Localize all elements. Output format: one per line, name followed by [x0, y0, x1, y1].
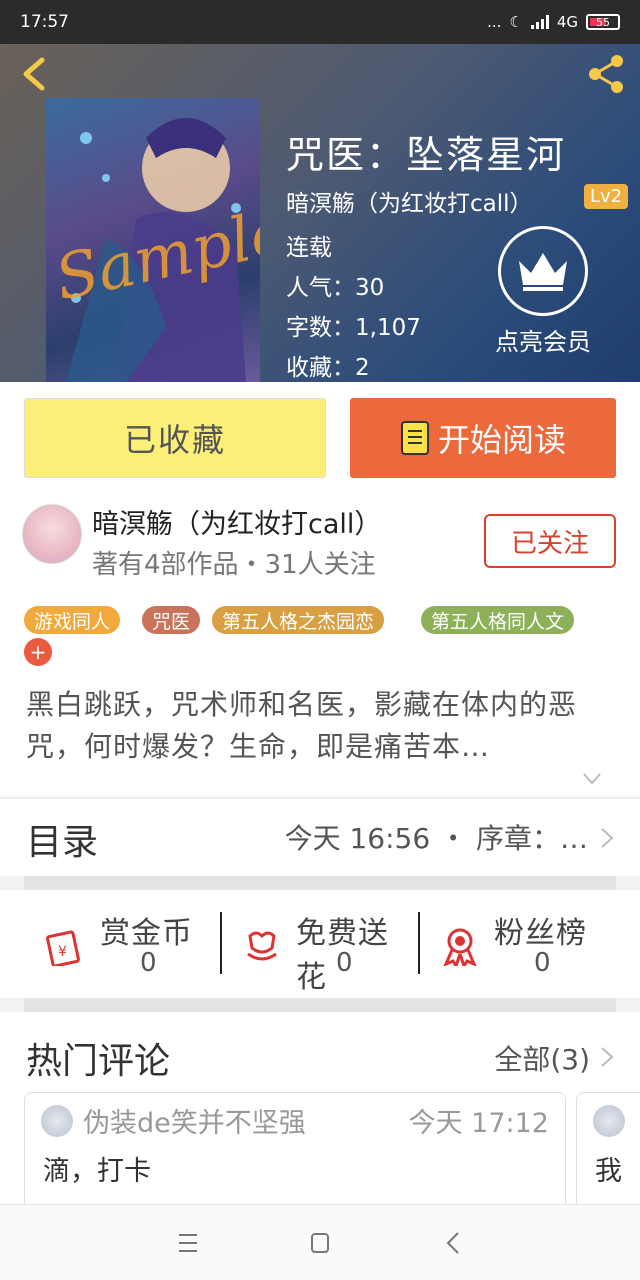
table-of-contents-row[interactable]: 目录 今天 16:56 ・ 序章：… [0, 798, 640, 876]
action-bar: 已收藏 开始阅读 [0, 382, 640, 492]
fan-ranking-value: 0 [534, 948, 551, 978]
comments-title: 热门评论 [26, 1041, 171, 1082]
fan-ranking[interactable]: 粉丝榜 0 [420, 906, 616, 982]
book-title: 咒医：坠落星河 [286, 133, 567, 177]
commenter-avatar[interactable] [41, 1105, 73, 1137]
moon-icon: ☾ [509, 13, 523, 31]
back-icon[interactable] [434, 1225, 474, 1261]
red-envelope-icon: ¥ [46, 930, 80, 966]
book-popularity: 人气：30 [286, 268, 384, 302]
popularity-value: 30 [355, 275, 385, 301]
author-card[interactable]: 暗溟觞（为红妆打call） 著有4部作品・31人关注 已关注 [0, 492, 640, 592]
reward-coins-label: 赏金币 [100, 916, 193, 951]
book-header: Sample 咒医：坠落星河 暗溟觞（为红妆打call） Lv2 连载 人气：3… [0, 44, 640, 382]
favorites-value: 2 [355, 355, 370, 381]
start-reading-button[interactable]: 开始阅读 [350, 398, 616, 478]
comment-text: 我 [595, 1156, 622, 1187]
hot-comments: 热门评论 全部(3) 伪装de笑并不坚强 今天 17:12 滴，打卡 我 [0, 1012, 640, 1204]
comment-time: 今天 17:12 [408, 1108, 549, 1139]
signal-icon [530, 15, 549, 29]
network-type: 4G [556, 13, 578, 31]
chevron-right-icon [601, 1047, 614, 1067]
book-author[interactable]: 暗溟觞（为红妆打call） [286, 184, 533, 218]
send-flowers[interactable]: 免费送花 0 [222, 906, 418, 995]
award-ribbon-icon [443, 928, 477, 966]
menu-icon[interactable] [168, 1225, 208, 1261]
battery-level: 55 [596, 15, 610, 29]
words-label: 字数： [286, 315, 355, 341]
popularity-label: 人气： [286, 275, 355, 301]
author-level-badge: Lv2 [584, 184, 629, 209]
favorites-label: 收藏： [286, 355, 355, 381]
tag-2[interactable]: 第五人格之杰园恋 [212, 606, 385, 634]
vip-button[interactable]: 点亮会员 [478, 226, 608, 357]
tag-0[interactable]: 游戏同人 [24, 606, 121, 634]
crown-icon [498, 226, 588, 316]
comment-text: 滴，打卡 [43, 1156, 151, 1187]
words-value: 1,107 [355, 315, 421, 341]
book-cover[interactable]: Sample [46, 98, 260, 382]
send-flowers-value: 0 [336, 948, 353, 978]
expand-chevron-icon[interactable] [582, 772, 602, 786]
comment-card[interactable]: 我 [576, 1092, 640, 1204]
fan-ranking-label: 粉丝榜 [494, 916, 587, 951]
status-time: 17:57 [20, 12, 69, 32]
reward-coins-value: 0 [140, 948, 157, 978]
all-comments-link[interactable]: 全部(3) [494, 1038, 590, 1078]
more-dots-icon: ... [487, 13, 502, 31]
book-favorites: 收藏：2 [286, 348, 370, 382]
section-divider [24, 876, 616, 890]
share-icon[interactable] [584, 52, 628, 96]
system-nav-bar [0, 1204, 640, 1280]
battery-icon: 55 [586, 14, 620, 30]
chevron-right-icon [601, 828, 614, 848]
comment-card[interactable]: 伪装de笑并不坚强 今天 17:12 滴，打卡 [24, 1092, 566, 1204]
status-bar: 17:57 ... ☾ 4G 55 [0, 0, 640, 44]
support-stats: ¥ 赏金币 0 免费送花 0 粉丝榜 0 [0, 890, 640, 998]
favorited-button[interactable]: 已收藏 [24, 398, 326, 478]
send-flowers-label: 免费送花 [296, 916, 389, 995]
author-avatar[interactable] [22, 504, 82, 564]
reward-coins[interactable]: ¥ 赏金币 0 [26, 906, 222, 982]
svg-text:¥: ¥ [58, 944, 67, 960]
follow-button[interactable]: 已关注 [484, 514, 616, 568]
toc-label: 目录 [26, 822, 99, 863]
section-divider [24, 998, 616, 1012]
flower-icon [247, 931, 277, 961]
back-arrow-icon[interactable] [16, 52, 56, 96]
book-icon [400, 421, 429, 455]
tag-list: 游戏同人 咒医 第五人格之杰园恋 第五人格同人文 + [0, 592, 640, 672]
author-name[interactable]: 暗溟觞（为红妆打call） [92, 502, 381, 541]
book-status: 连载 [286, 235, 332, 261]
description-text: 黑白跳跃，咒术师和名医，影藏在体内的恶咒，何时爆发？生命，即是痛苦本… [26, 688, 578, 763]
toc-latest-chapter: 今天 16:56 ・ 序章：… [284, 822, 588, 855]
tag-3[interactable]: 第五人格同人文 [421, 606, 575, 634]
book-description[interactable]: 黑白跳跃，咒术师和名医，影藏在体内的恶咒，何时爆发？生命，即是痛苦本… [0, 672, 640, 796]
tag-1[interactable]: 咒医 [142, 606, 201, 634]
home-icon[interactable] [300, 1225, 340, 1261]
commenter-name[interactable]: 伪装de笑并不坚强 [83, 1101, 306, 1140]
vip-label: 点亮会员 [495, 328, 591, 356]
author-stats: 著有4部作品・31人关注 [92, 550, 376, 580]
commenter-avatar[interactable] [593, 1105, 625, 1137]
book-word-count: 字数：1,107 [286, 308, 421, 342]
start-reading-label: 开始阅读 [437, 421, 566, 459]
status-icons: ... ☾ 4G 55 [487, 13, 620, 31]
add-tag-button[interactable]: + [24, 638, 52, 666]
